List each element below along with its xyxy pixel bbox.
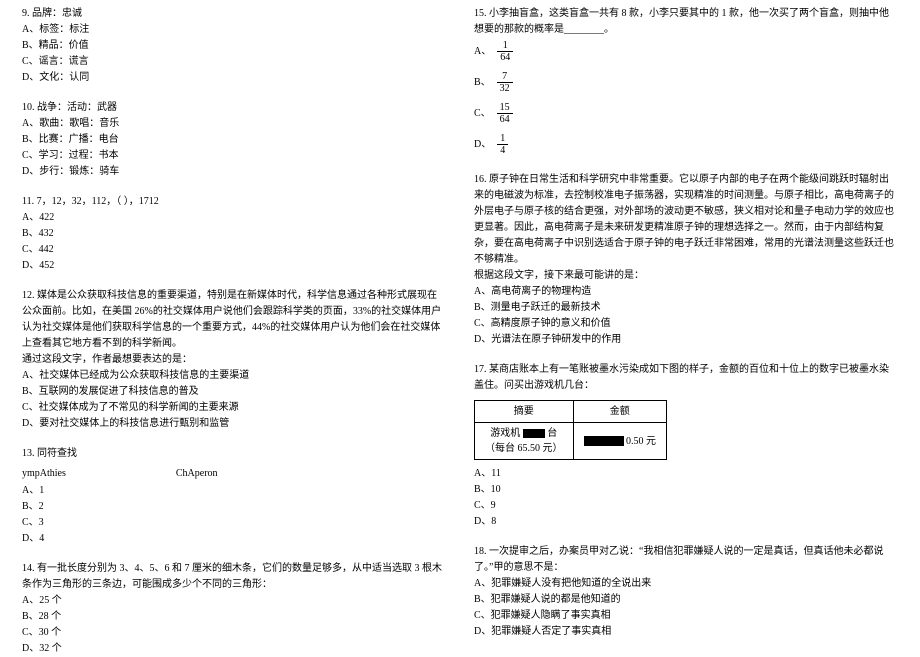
q9-opt-d: D、文化：认同 <box>22 70 446 86</box>
cell-text: （每台 65.50 元） <box>485 443 563 454</box>
fraction: 15 64 <box>497 102 513 125</box>
q14-opt-a: A、25 个 <box>22 593 446 609</box>
q13-opt-d: D、4 <box>22 531 446 547</box>
fraction-num: 1 <box>497 40 513 52</box>
fraction-den: 64 <box>497 52 513 63</box>
fraction-den: 4 <box>497 145 508 156</box>
q10-opt-a: A、歌曲：歌唱：音乐 <box>22 116 446 132</box>
q15-opt-d: D、 1 4 <box>474 131 898 158</box>
q16-title: 16. 原子钟在日常生活和科学研究中非常重要。它以原子内部的电子在两个能级间跳跃… <box>474 172 898 268</box>
question-10: 10. 战争：活动：武器 A、歌曲：歌唱：音乐 B、比赛：广播：电台 C、学习：… <box>22 100 446 180</box>
fraction: 1 64 <box>497 40 513 63</box>
q13-opt-b: B、2 <box>22 499 446 515</box>
q16-opt-c: C、高精度原子钟的意义和价值 <box>474 316 898 332</box>
q17-cell-amount: 0.50 元 <box>573 423 667 460</box>
q16-opt-d: D、光谱法在原子钟研发中的作用 <box>474 332 898 348</box>
question-13: 13. 同符查找 ympAthies ChAperon A、1 B、2 C、3 … <box>22 446 446 547</box>
table-row: 摘要 金额 <box>475 401 667 423</box>
q10-opt-d: D、步行：锻炼：骑车 <box>22 164 446 180</box>
q17-title: 17. 某商店账本上有一笔账被墨水污染成如下图的样子，金额的百位和十位上的数字已… <box>474 362 898 394</box>
q17-th-2: 金额 <box>573 401 667 423</box>
fraction-den: 64 <box>497 114 513 125</box>
fraction: 7 32 <box>497 71 513 94</box>
q15-title: 15. 小李抽盲盒，这类盲盒一共有 8 款，小李只要其中的 1 款，他一次买了两… <box>474 6 898 38</box>
q9-opt-c: C、谣言：谎言 <box>22 54 446 70</box>
q17-opt-b: B、10 <box>474 482 898 498</box>
q12-opt-c: C、社交媒体成为了不常见的科学新闻的主要来源 <box>22 400 446 416</box>
question-17: 17. 某商店账本上有一笔账被墨水污染成如下图的样子，金额的百位和十位上的数字已… <box>474 362 898 530</box>
q11-opt-c: C、442 <box>22 242 446 258</box>
q17-cell-desc: 游戏机 台 （每台 65.50 元） <box>475 423 574 460</box>
q10-opt-b: B、比赛：广播：电台 <box>22 132 446 148</box>
q13-title: 13. 同符查找 <box>22 446 446 462</box>
q13-opt-c: C、3 <box>22 515 446 531</box>
q14-opt-d: D、32 个 <box>22 641 446 657</box>
cell-text: 台 <box>547 428 557 439</box>
q11-opt-d: D、452 <box>22 258 446 274</box>
q13-word-1: ympAthies <box>22 466 66 481</box>
q14-opt-b: B、28 个 <box>22 609 446 625</box>
q17-th-1: 摘要 <box>475 401 574 423</box>
q13-words: ympAthies ChAperon <box>22 466 446 481</box>
fraction-num: 1 <box>497 133 508 145</box>
q11-opt-b: B、432 <box>22 226 446 242</box>
question-9: 9. 品牌：忠诚 A、标签：标注 B、精品：价值 C、谣言：谎言 D、文化：认同 <box>22 6 446 86</box>
q15-opt-b-label: B、 <box>474 75 491 90</box>
q11-opt-a: A、422 <box>22 210 446 226</box>
table-row: 游戏机 台 （每台 65.50 元） 0.50 元 <box>475 423 667 460</box>
q9-title: 9. 品牌：忠诚 <box>22 6 446 22</box>
q17-opt-d: D、8 <box>474 514 898 530</box>
right-column: 15. 小李抽盲盒，这类盲盒一共有 8 款，小李只要其中的 1 款，他一次买了两… <box>460 0 920 651</box>
q12-opt-a: A、社交媒体已经成为公众获取科技信息的主要渠道 <box>22 368 446 384</box>
ink-smudge-icon <box>523 429 545 438</box>
q17-table: 摘要 金额 游戏机 台 （每台 65.50 元） 0.50 元 <box>474 400 667 460</box>
q18-opt-c: C、犯罪嫌疑人隐瞒了事实真相 <box>474 608 898 624</box>
q15-opt-b: B、 7 32 <box>474 69 898 96</box>
q15-opt-a: A、 1 64 <box>474 38 898 65</box>
q16-sub: 根据这段文字，接下来最可能讲的是： <box>474 268 898 284</box>
q12-sub: 通过这段文字，作者最想要表达的是： <box>22 352 446 368</box>
left-column: 9. 品牌：忠诚 A、标签：标注 B、精品：价值 C、谣言：谎言 D、文化：认同… <box>0 0 460 651</box>
q10-opt-c: C、学习：过程：书本 <box>22 148 446 164</box>
fraction-num: 15 <box>497 102 513 114</box>
fraction-num: 7 <box>497 71 513 83</box>
question-12: 12. 媒体是公众获取科技信息的重要渠道，特别是在新媒体时代，科学信息通过各种形… <box>22 288 446 432</box>
question-16: 16. 原子钟在日常生活和科学研究中非常重要。它以原子内部的电子在两个能级间跳跃… <box>474 172 898 348</box>
q15-opt-d-label: D、 <box>474 137 491 152</box>
q15-opt-c-label: C、 <box>474 106 491 121</box>
fraction: 1 4 <box>497 133 508 156</box>
ink-smudge-icon <box>584 436 624 446</box>
q17-opt-a: A、11 <box>474 466 898 482</box>
q12-title: 12. 媒体是公众获取科技信息的重要渠道，特别是在新媒体时代，科学信息通过各种形… <box>22 288 446 352</box>
cell-text: 游戏机 <box>490 428 520 439</box>
document-page: 9. 品牌：忠诚 A、标签：标注 B、精品：价值 C、谣言：谎言 D、文化：认同… <box>0 0 920 651</box>
q18-title: 18. 一次提审之后，办案员甲对乙说：“我相信犯罪嫌疑人说的一定是真话，但真话他… <box>474 544 898 576</box>
question-14: 14. 有一批长度分别为 3、4、5、6 和 7 厘米的细木条，它们的数量足够多… <box>22 561 446 657</box>
question-15: 15. 小李抽盲盒，这类盲盒一共有 8 款，小李只要其中的 1 款，他一次买了两… <box>474 6 898 158</box>
question-18: 18. 一次提审之后，办案员甲对乙说：“我相信犯罪嫌疑人说的一定是真话，但真话他… <box>474 544 898 640</box>
q13-word-2: ChAperon <box>176 466 218 481</box>
q12-opt-b: B、互联网的发展促进了科技信息的普及 <box>22 384 446 400</box>
q15-opt-c: C、 15 64 <box>474 100 898 127</box>
question-11: 11. 7，12，32，112，（ ），1712 A、422 B、432 C、4… <box>22 194 446 274</box>
q18-opt-d: D、犯罪嫌疑人否定了事实真相 <box>474 624 898 640</box>
q17-opt-c: C、9 <box>474 498 898 514</box>
fraction-den: 32 <box>497 83 513 94</box>
q16-opt-b: B、测量电子跃迁的最新技术 <box>474 300 898 316</box>
q18-opt-b: B、犯罪嫌疑人说的都是他知道的 <box>474 592 898 608</box>
q14-title: 14. 有一批长度分别为 3、4、5、6 和 7 厘米的细木条，它们的数量足够多… <box>22 561 446 593</box>
q11-title: 11. 7，12，32，112，（ ），1712 <box>22 194 446 210</box>
q15-opt-a-label: A、 <box>474 44 491 59</box>
q18-opt-a: A、犯罪嫌疑人没有把他知道的全说出来 <box>474 576 898 592</box>
q14-opt-c: C、30 个 <box>22 625 446 641</box>
cell-text: 0.50 元 <box>626 436 656 447</box>
q9-opt-b: B、精品：价值 <box>22 38 446 54</box>
q9-opt-a: A、标签：标注 <box>22 22 446 38</box>
q12-opt-d: D、要对社交媒体上的科技信息进行甄别和监管 <box>22 416 446 432</box>
q16-opt-a: A、高电荷离子的物理构造 <box>474 284 898 300</box>
q10-title: 10. 战争：活动：武器 <box>22 100 446 116</box>
q13-opt-a: A、1 <box>22 483 446 499</box>
